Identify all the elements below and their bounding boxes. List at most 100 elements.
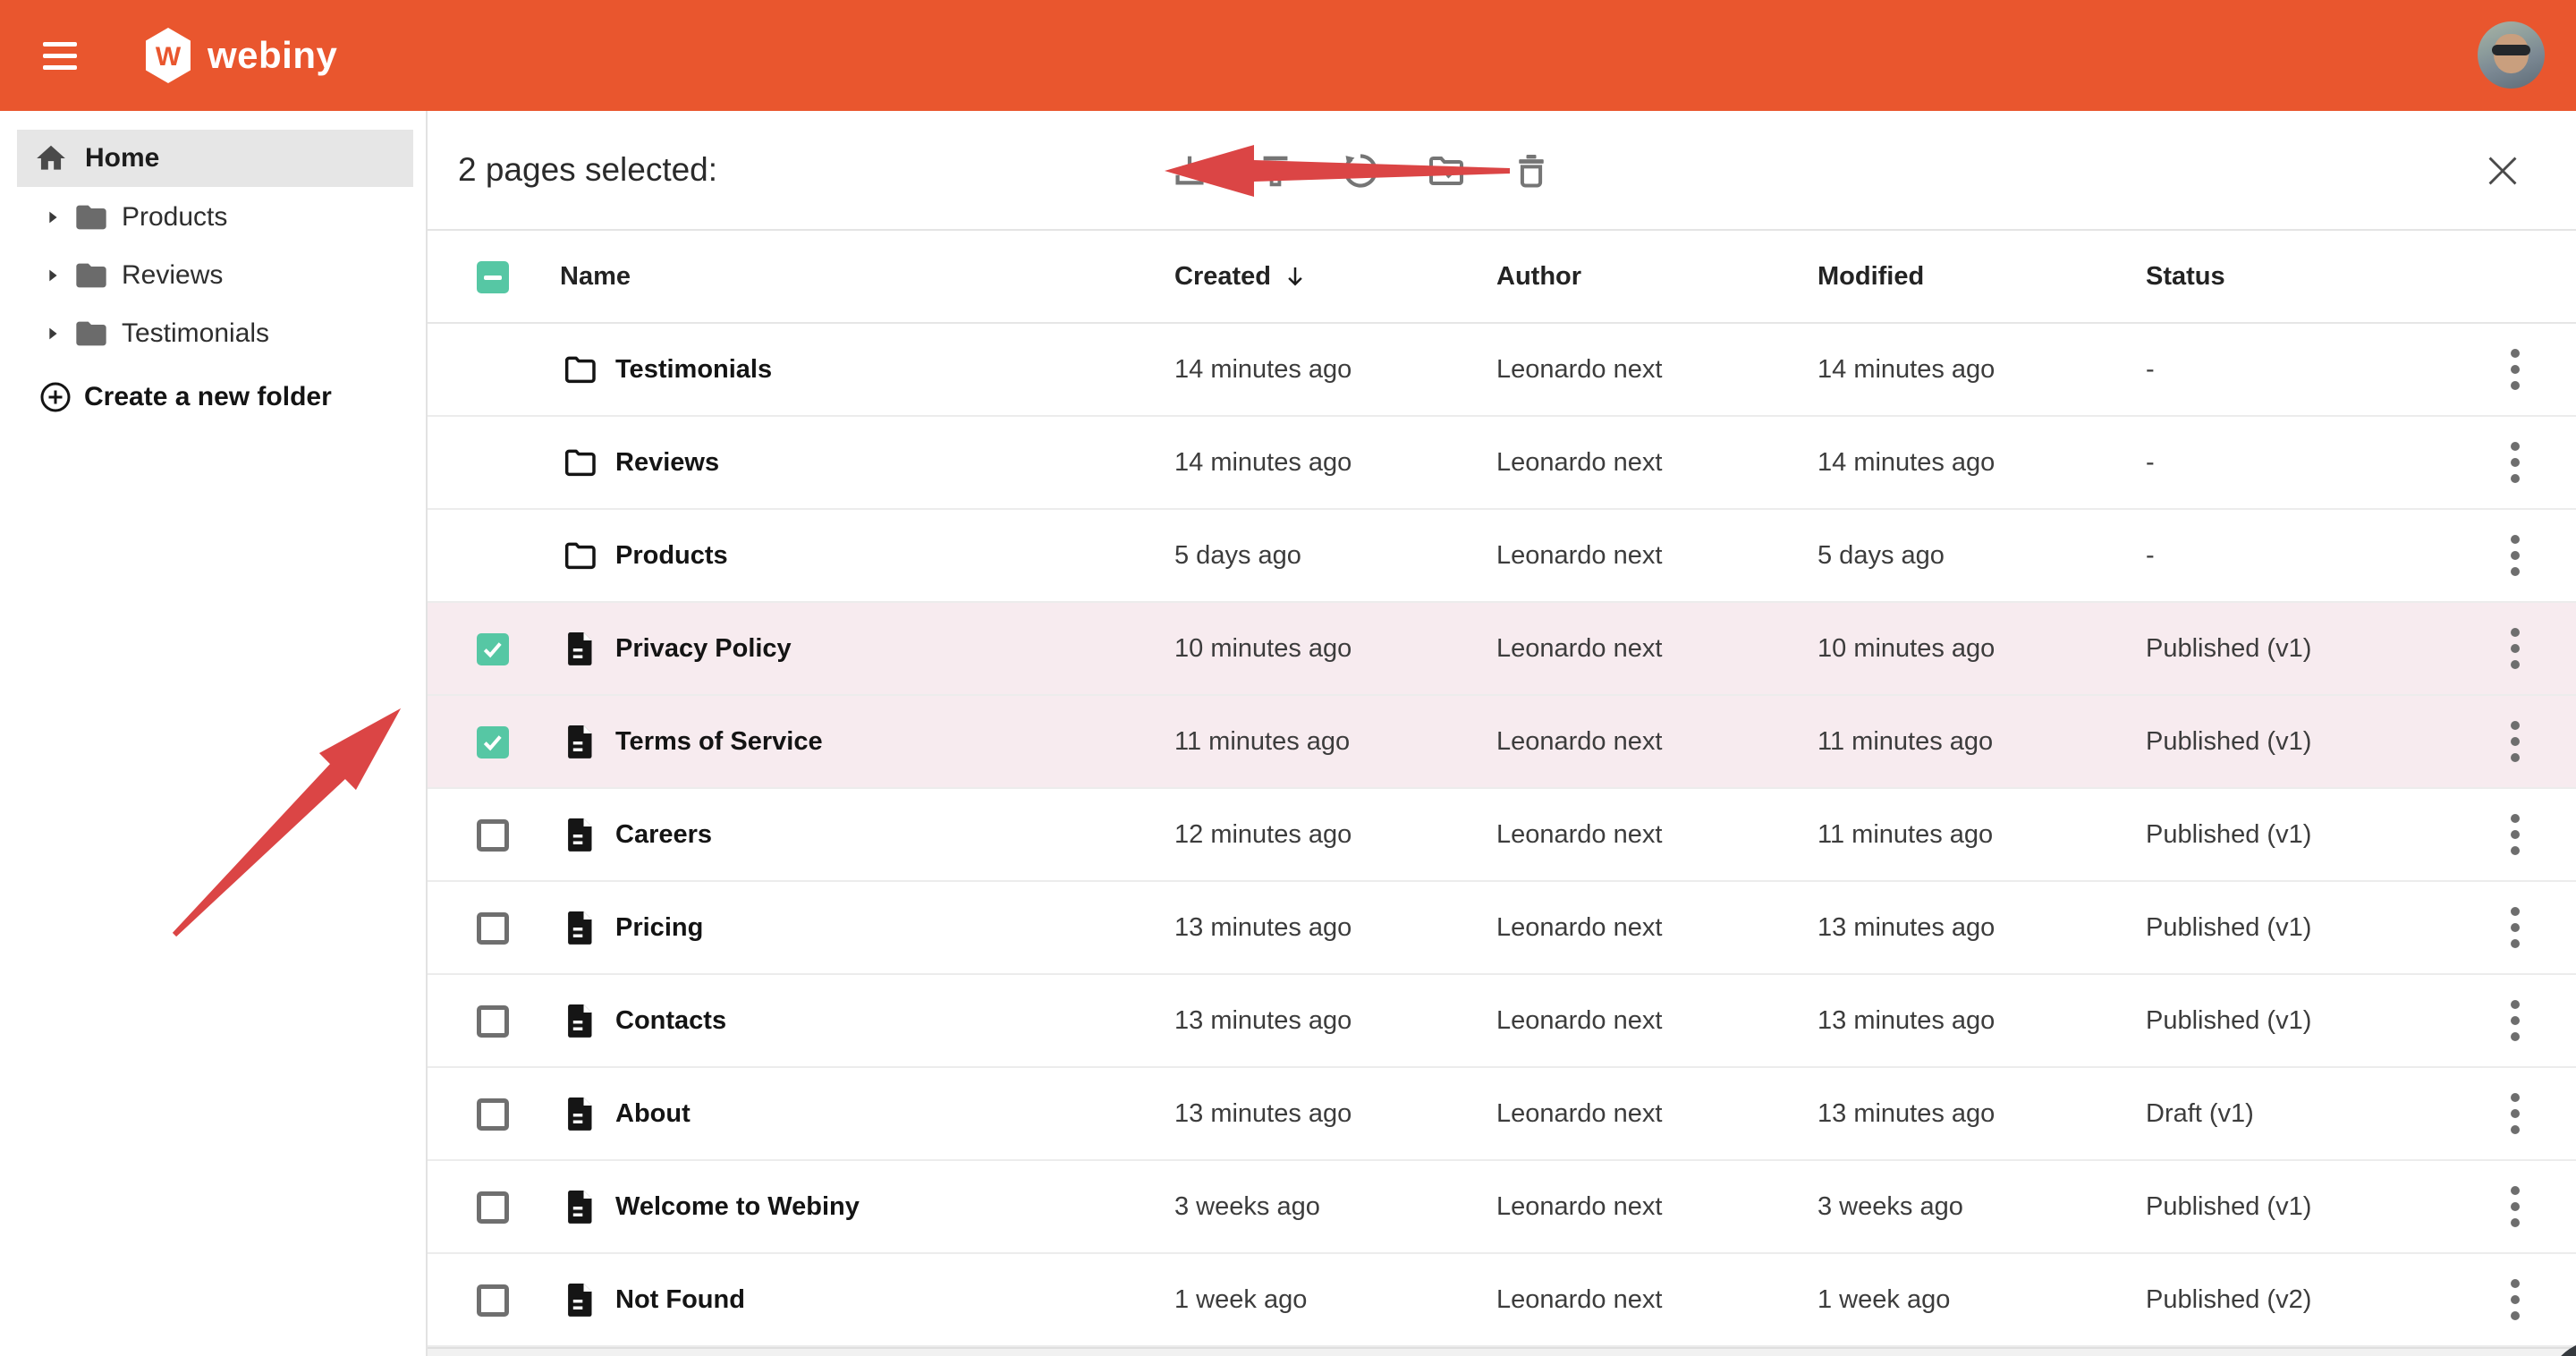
row-checkbox[interactable]	[477, 1005, 509, 1038]
row-name[interactable]: Testimonials	[615, 324, 772, 415]
sidebar-folder-label: Products	[122, 202, 227, 233]
row-name[interactable]: Pricing	[615, 882, 703, 973]
row-created: 13 minutes ago	[1174, 882, 1352, 973]
row-actions-menu-button[interactable]	[2490, 992, 2540, 1049]
row-name[interactable]: Contacts	[615, 975, 726, 1066]
row-checkbox[interactable]	[477, 1098, 509, 1131]
row-author: Leonardo next	[1496, 975, 1662, 1066]
row-actions-menu-button[interactable]	[2490, 899, 2540, 956]
folder-icon	[560, 538, 599, 573]
row-name[interactable]: Careers	[615, 789, 712, 880]
kebab-menu-icon	[2509, 719, 2521, 764]
row-actions-menu-button[interactable]	[2490, 1271, 2540, 1328]
row-author: Leonardo next	[1496, 789, 1662, 880]
row-actions-menu-button[interactable]	[2490, 1178, 2540, 1235]
table-row-reviews[interactable]: Reviews 14 minutes ago Leonardo next 14 …	[428, 417, 2576, 510]
row-checkbox[interactable]	[477, 912, 509, 945]
checkmark-icon	[480, 637, 505, 662]
row-name[interactable]: Privacy Policy	[615, 603, 792, 694]
hamburger-menu-button[interactable]	[43, 32, 89, 79]
kebab-menu-icon	[2509, 626, 2521, 671]
sidebar-folder-testimonials[interactable]: Testimonials	[0, 304, 428, 362]
column-header-created[interactable]: Created	[1174, 262, 1309, 292]
column-header-name[interactable]: Name	[560, 231, 631, 322]
create-folder-button[interactable]: Create a new folder	[0, 372, 428, 422]
row-actions-menu-button[interactable]	[2490, 620, 2540, 677]
row-actions-menu-button[interactable]	[2490, 1085, 2540, 1142]
row-name[interactable]: About	[615, 1068, 691, 1159]
row-actions-menu-button[interactable]	[2490, 713, 2540, 770]
user-avatar[interactable]	[2478, 21, 2545, 89]
select-all-checkbox[interactable]	[477, 261, 509, 293]
row-checkbox[interactable]	[477, 1284, 509, 1317]
table-row-pricing[interactable]: Pricing 13 minutes ago Leonardo next 13 …	[428, 882, 2576, 975]
sidebar-folder-label: Reviews	[122, 260, 223, 291]
folder-icon	[560, 445, 599, 480]
kebab-menu-icon	[2509, 1277, 2521, 1322]
table-row-welcome-to-webiny[interactable]: Welcome to Webiny 3 weeks ago Leonardo n…	[428, 1161, 2576, 1254]
row-name[interactable]: Terms of Service	[615, 696, 823, 787]
hamburger-bar	[43, 54, 77, 58]
row-checkbox[interactable]	[477, 633, 509, 665]
hamburger-bar	[43, 42, 77, 47]
row-author: Leonardo next	[1496, 417, 1662, 508]
row-author: Leonardo next	[1496, 510, 1662, 601]
row-created: 14 minutes ago	[1174, 417, 1352, 508]
row-modified: 3 weeks ago	[1818, 1161, 1963, 1252]
sort-desc-arrow-icon	[1282, 263, 1309, 290]
table-row-testimonials[interactable]: Testimonials 14 minutes ago Leonardo nex…	[428, 324, 2576, 417]
sidebar-item-home[interactable]: Home	[17, 130, 413, 187]
table-row-careers[interactable]: Careers 12 minutes ago Leonardo next 11 …	[428, 789, 2576, 882]
row-author: Leonardo next	[1496, 1068, 1662, 1159]
folder-icon	[73, 199, 109, 235]
sidebar-folder-reviews[interactable]: Reviews	[0, 246, 428, 304]
caret-right-icon[interactable]	[43, 208, 63, 227]
webiny-logo[interactable]: W webiny	[143, 0, 337, 111]
row-status: Published (v1)	[2146, 882, 2311, 973]
table-row-contacts[interactable]: Contacts 13 minutes ago Leonardo next 13…	[428, 975, 2576, 1068]
table-row-privacy-policy[interactable]: Privacy Policy 10 minutes ago Leonardo n…	[428, 603, 2576, 696]
column-header-status[interactable]: Status	[2146, 231, 2225, 322]
kebab-menu-icon	[2509, 347, 2521, 392]
column-header-author[interactable]: Author	[1496, 231, 1581, 322]
row-actions-menu-button[interactable]	[2490, 434, 2540, 491]
table-row-terms-of-service[interactable]: Terms of Service 11 minutes ago Leonardo…	[428, 696, 2576, 789]
table-row-not-found[interactable]: Not Found 1 week ago Leonardo next 1 wee…	[428, 1254, 2576, 1347]
row-name[interactable]: Products	[615, 510, 728, 601]
folder-icon	[560, 352, 599, 387]
row-actions-menu-button[interactable]	[2490, 527, 2540, 584]
row-checkbox[interactable]	[477, 819, 509, 852]
caret-right-icon[interactable]	[43, 266, 63, 285]
download-button[interactable]	[1161, 142, 1218, 199]
table-row-products[interactable]: Products 5 days ago Leonardo next 5 days…	[428, 510, 2576, 603]
row-actions-menu-button[interactable]	[2490, 806, 2540, 863]
move-to-folder-button[interactable]	[1418, 142, 1475, 199]
sidebar-home-label: Home	[85, 143, 159, 174]
row-modified: 11 minutes ago	[1818, 696, 1993, 787]
kebab-menu-icon	[2509, 1091, 2521, 1136]
table-row-about[interactable]: About 13 minutes ago Leonardo next 13 mi…	[428, 1068, 2576, 1161]
row-checkbox[interactable]	[477, 726, 509, 759]
publish-icon	[1255, 150, 1296, 191]
row-checkbox[interactable]	[477, 1191, 509, 1224]
row-author: Leonardo next	[1496, 1161, 1662, 1252]
document-icon	[564, 1187, 596, 1226]
row-status: -	[2146, 417, 2155, 508]
row-author: Leonardo next	[1496, 324, 1662, 415]
column-header-modified[interactable]: Modified	[1818, 231, 1924, 322]
row-created: 10 minutes ago	[1174, 603, 1352, 694]
row-name[interactable]: Reviews	[615, 417, 719, 508]
document-icon	[564, 908, 596, 947]
row-actions-menu-button[interactable]	[2490, 341, 2540, 398]
document-icon	[564, 1280, 596, 1319]
restore-button[interactable]	[1332, 142, 1389, 199]
row-name[interactable]: Welcome to Webiny	[615, 1161, 860, 1252]
delete-button[interactable]	[1503, 142, 1560, 199]
row-status: -	[2146, 510, 2155, 601]
history-icon	[1340, 150, 1381, 191]
caret-right-icon[interactable]	[43, 324, 63, 343]
sidebar-folder-products[interactable]: Products	[0, 188, 428, 246]
row-name[interactable]: Not Found	[615, 1254, 745, 1345]
publish-button[interactable]	[1247, 142, 1304, 199]
close-selection-button[interactable]	[2474, 142, 2531, 199]
